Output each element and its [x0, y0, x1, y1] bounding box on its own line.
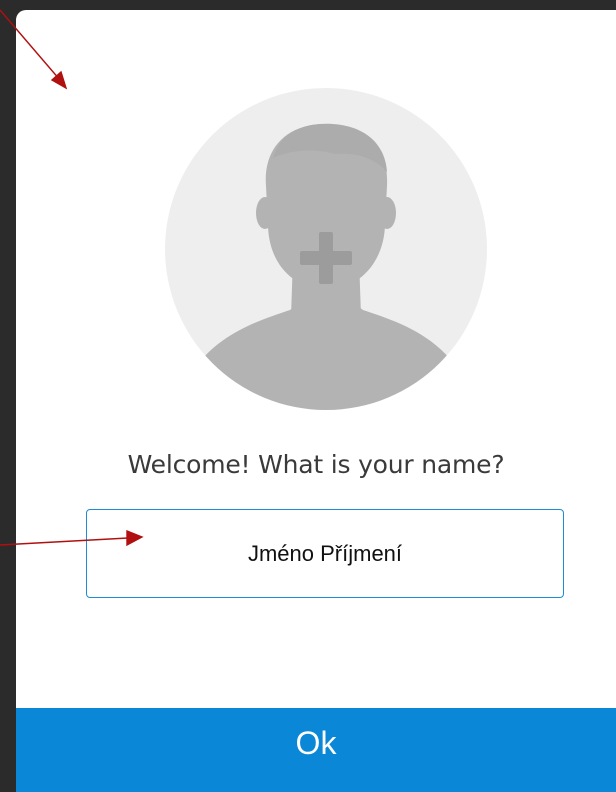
user-placeholder-add-icon: [195, 123, 457, 410]
welcome-prompt: Welcome! What is your name?: [127, 450, 505, 479]
background-window-edge: [0, 0, 16, 792]
welcome-dialog: Welcome! What is your name? Ok: [16, 10, 616, 792]
ok-button[interactable]: Ok: [16, 708, 616, 792]
name-input[interactable]: [86, 509, 564, 598]
avatar-picker[interactable]: [165, 88, 487, 410]
